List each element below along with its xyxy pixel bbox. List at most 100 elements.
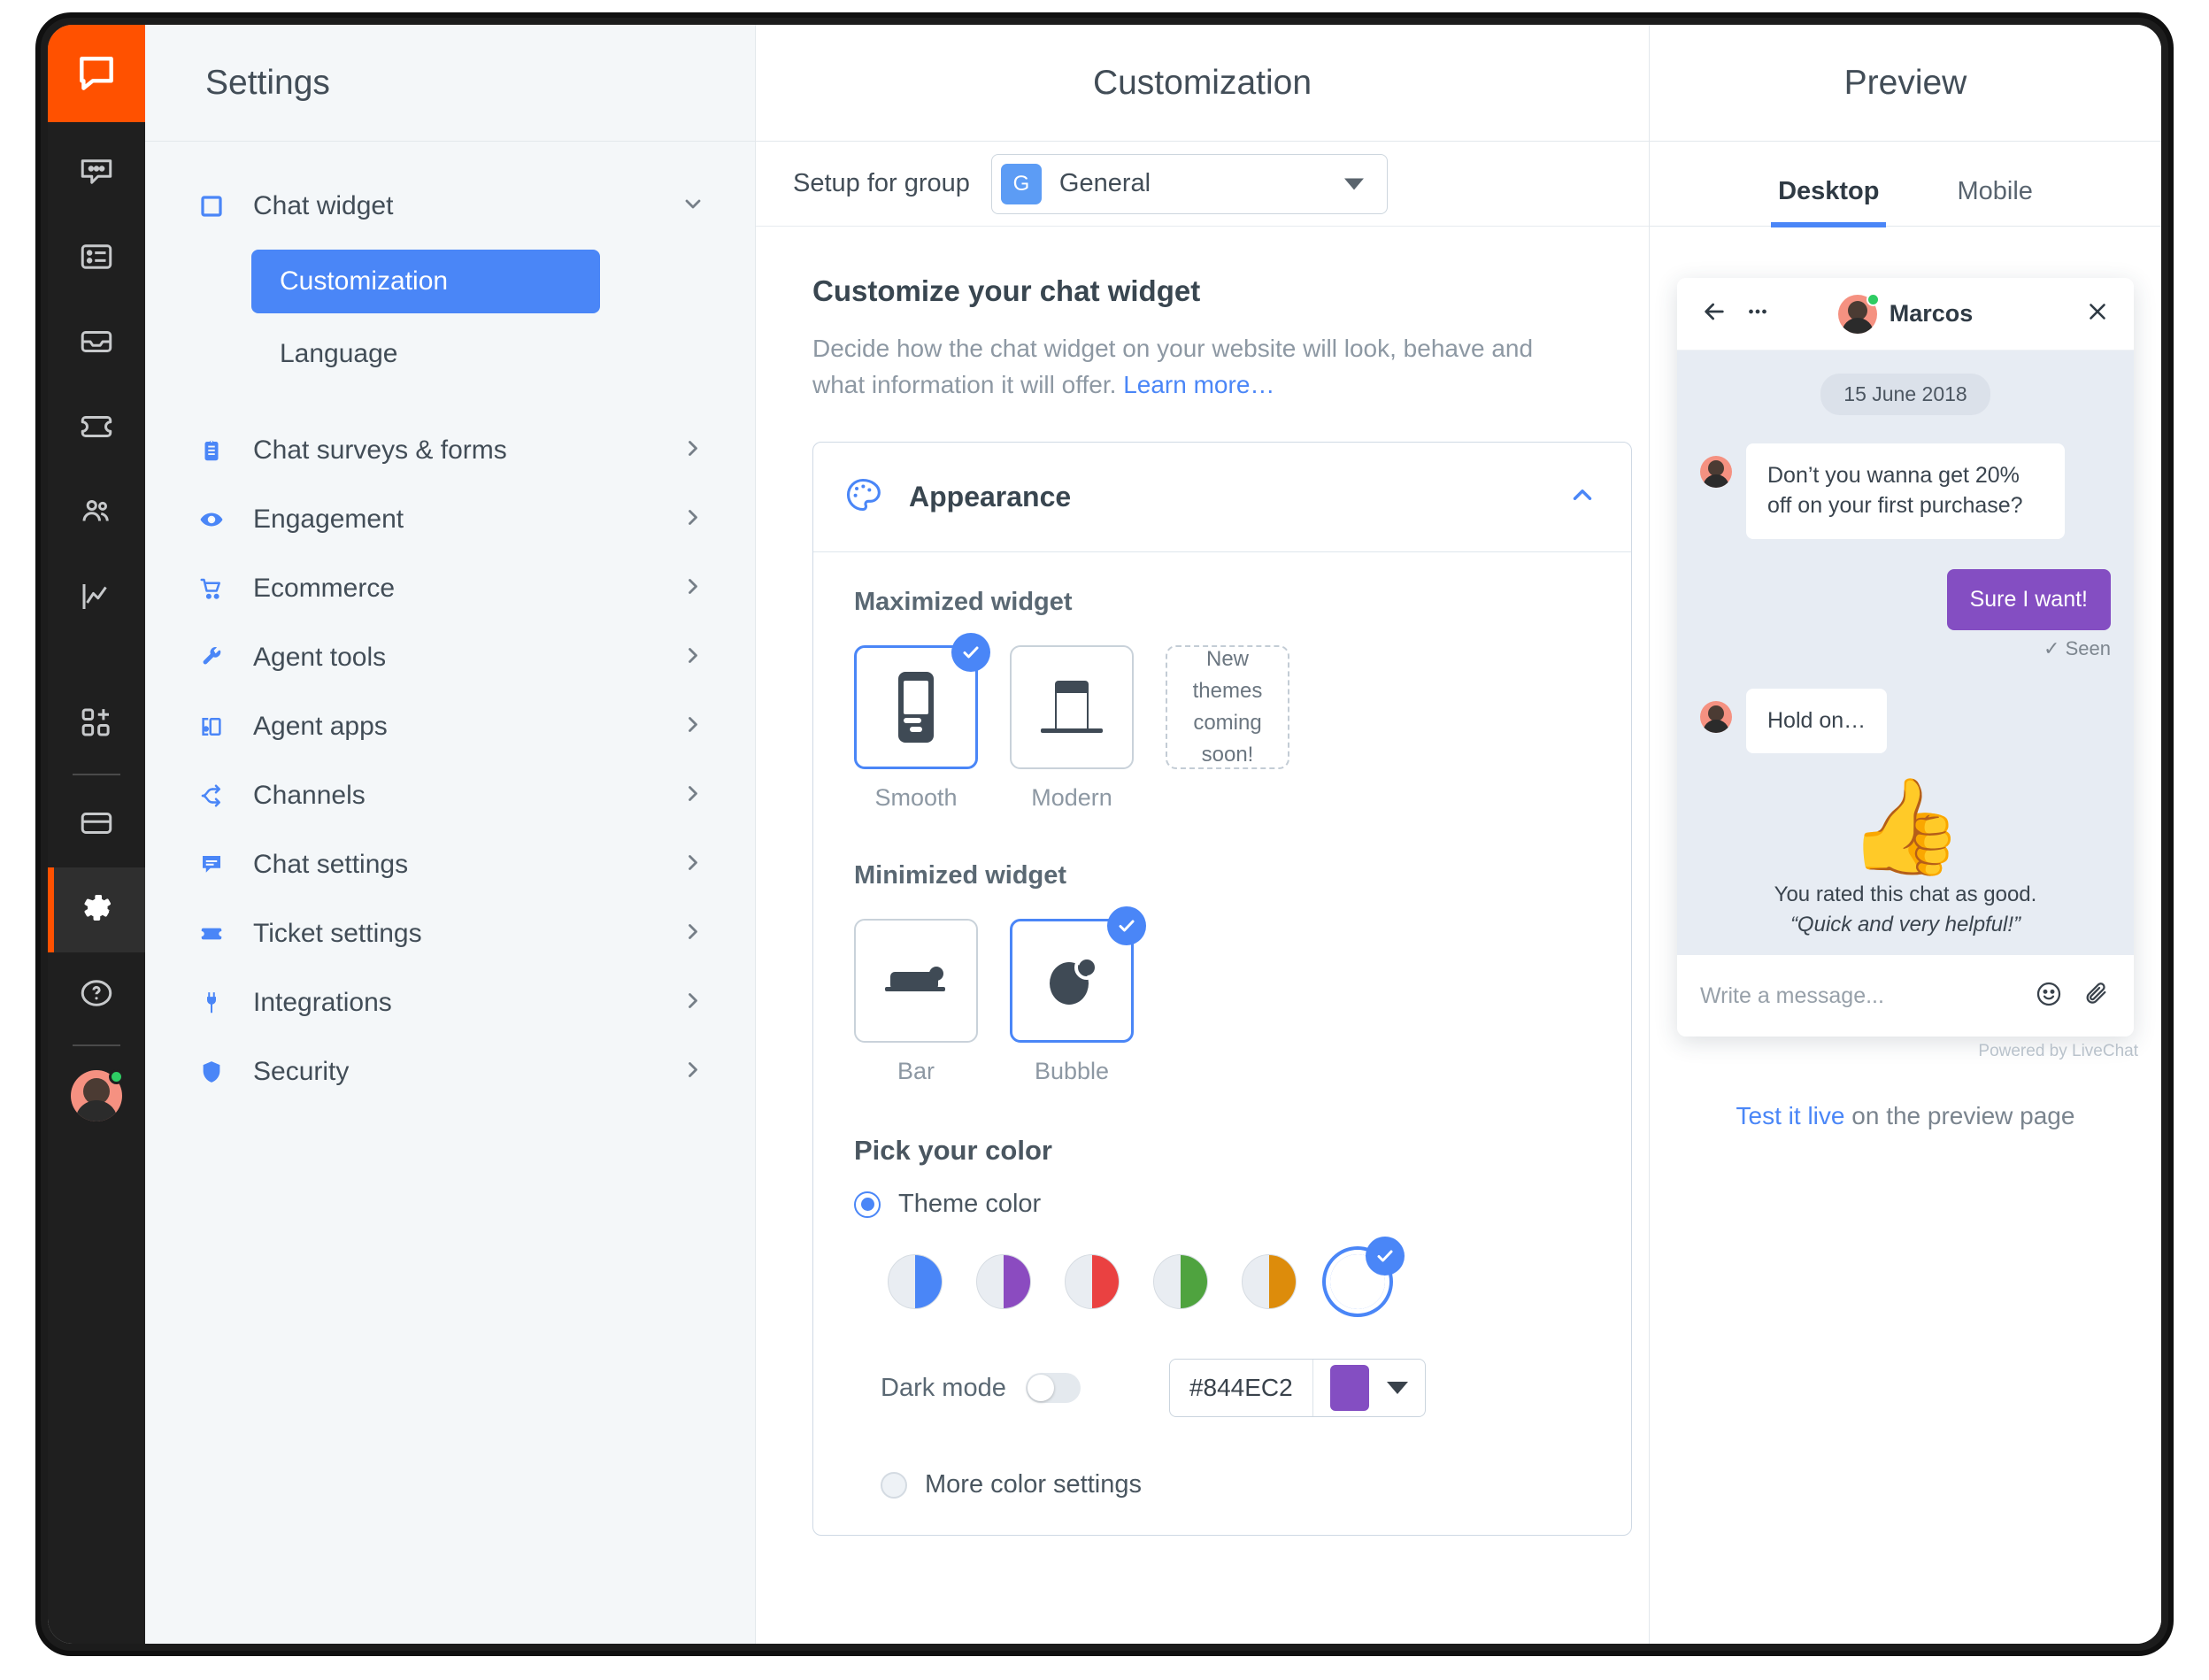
rail-item-chats[interactable] [48, 131, 145, 216]
theme-tile-modern[interactable] [1010, 645, 1134, 770]
color-swatch-purple[interactable] [976, 1254, 1031, 1310]
chat-widget-preview: Marcos 15 June 2018 Don’t you wanna get … [1677, 278, 2134, 1037]
color-swatch-red[interactable] [1065, 1254, 1120, 1310]
test-it-live-link[interactable]: Test it live [1736, 1102, 1845, 1129]
hex-swatch-button[interactable] [1313, 1365, 1425, 1412]
rating-text: You rated this chat as good. [1774, 882, 2037, 907]
hex-color-field[interactable]: #844EC2 [1168, 1359, 1426, 1418]
paperclip-icon[interactable] [2082, 980, 2111, 1013]
chevron-right-icon [681, 920, 705, 949]
modern-theme-preview-icon [1041, 681, 1103, 734]
chevron-right-icon [681, 643, 705, 673]
color-swatch-blue[interactable] [888, 1254, 943, 1310]
rail-item-apps[interactable] [48, 682, 145, 767]
cart-icon [198, 575, 237, 602]
theme-color-label: Theme color [898, 1190, 1042, 1219]
widget-conversation: 15 June 2018 Don’t you wanna get 20% off… [1677, 351, 2134, 956]
chevron-down-icon [1343, 178, 1364, 189]
chevron-right-icon [681, 713, 705, 742]
current-color-swatch [1329, 1365, 1369, 1412]
color-swatch-orange[interactable] [1242, 1254, 1297, 1310]
theme-tile-smooth[interactable] [854, 633, 990, 770]
rail-item-tickets[interactable] [48, 386, 145, 471]
widget-message-input-row[interactable]: Write a message... [1677, 955, 2134, 1037]
appearance-card: Appearance Maximized widget Smooth Moder… [812, 442, 1632, 1537]
rail-item-billing[interactable] [48, 782, 145, 867]
more-color-settings-row[interactable]: More color settings [881, 1470, 1590, 1499]
sidebar-subitem-label: Customization [280, 266, 449, 296]
rail-item-inbox[interactable] [48, 301, 145, 386]
color-swatch-list [888, 1237, 1590, 1310]
thumbs-up-icon: 👍 [1847, 774, 1964, 880]
sidebar-item-agent-tools[interactable]: Agent tools [145, 623, 755, 692]
chat-settings-icon [198, 852, 237, 878]
tile-label: Smooth [874, 784, 958, 812]
rail-item-team[interactable] [48, 471, 145, 556]
sidebar-item-language[interactable]: Language [251, 322, 600, 386]
learn-more-link[interactable]: Learn more… [1123, 371, 1274, 398]
chevron-right-icon [681, 574, 705, 604]
message-input-placeholder[interactable]: Write a message... [1700, 983, 1884, 1009]
appearance-card-header[interactable]: Appearance [813, 443, 1631, 553]
rating-comment: “Quick and very helpful!” [1790, 913, 2021, 937]
message-status-label: Seen [2065, 636, 2111, 659]
sidebar-item-label: Agent tools [253, 643, 387, 672]
theme-color-radio-row[interactable]: Theme color [854, 1190, 1590, 1219]
chevron-up-icon[interactable] [1567, 480, 1597, 514]
sidebar-item-chat-settings[interactable]: Chat settings [145, 830, 755, 899]
sidebar-item-integrations[interactable]: Integrations [145, 968, 755, 1037]
rail-item-reports[interactable] [48, 556, 145, 641]
dark-mode-toggle[interactable] [1025, 1373, 1081, 1404]
customization-header: Customization [756, 25, 1649, 142]
chat-widget-subnav: Customization Language [145, 250, 755, 386]
gear-icon [77, 889, 116, 932]
appearance-card-body: Maximized widget Smooth Modern New theme… [813, 552, 1631, 1535]
chevron-right-icon [681, 851, 705, 880]
sidebar-item-label: Chat surveys & forms [253, 435, 507, 465]
livechat-logo-icon[interactable] [48, 25, 145, 122]
chevron-right-icon [681, 782, 705, 811]
apps-plus-icon [78, 704, 115, 745]
chat-rating: 👍 You rated this chat as good. “Quick an… [1700, 780, 2111, 937]
settings-nav: Chat widget Customization Language Chat … [145, 142, 755, 1106]
agent-apps-icon [198, 713, 237, 740]
sidebar-item-security[interactable]: Security [145, 1037, 755, 1106]
rail-item-settings[interactable] [48, 867, 145, 952]
sidebar-item-customization[interactable]: Customization [251, 250, 600, 313]
sidebar-item-label: Security [253, 1057, 350, 1086]
dark-mode-row: Dark mode #844EC2 [881, 1359, 1590, 1418]
selected-check-icon [951, 633, 990, 673]
sidebar-item-agent-apps[interactable]: Agent apps [145, 692, 755, 761]
smiley-icon[interactable] [2035, 980, 2063, 1013]
setup-for-group-bar: Setup for group G General [756, 142, 1649, 227]
chevron-right-icon [681, 1058, 705, 1087]
preview-tabs: Desktop Mobile [1650, 142, 2161, 227]
eye-icon [198, 506, 237, 533]
color-swatch-green[interactable] [1153, 1254, 1208, 1310]
minimized-option-bar: Bar [854, 919, 978, 1085]
tab-desktop[interactable]: Desktop [1771, 177, 1887, 227]
shield-icon [198, 1059, 237, 1085]
sidebar-item-ecommerce[interactable]: Ecommerce [145, 554, 755, 623]
sidebar-item-ticket-settings[interactable]: Ticket settings [145, 899, 755, 968]
sidebar-item-chat-surveys-forms[interactable]: Chat surveys & forms [145, 416, 755, 485]
pick-your-color-label: Pick your color [854, 1135, 1052, 1167]
tab-mobile[interactable]: Mobile [1950, 177, 2039, 226]
more-color-settings-label: More color settings [925, 1470, 1142, 1499]
tickets-inbox-icon [78, 323, 115, 365]
rail-item-help[interactable] [48, 952, 145, 1037]
reports-chart-icon [78, 578, 115, 620]
rail-item-archives[interactable] [48, 216, 145, 301]
avatar[interactable] [48, 1053, 145, 1138]
dark-mode-label: Dark mode [881, 1373, 1006, 1402]
sidebar-item-channels[interactable]: Channels [145, 761, 755, 830]
more-color-settings-radio[interactable] [881, 1471, 907, 1499]
sidebar-item-chat-widget[interactable]: Chat widget [145, 172, 755, 241]
hex-color-value[interactable]: #844EC2 [1170, 1374, 1312, 1402]
theme-color-radio[interactable] [854, 1191, 881, 1218]
minimized-tile-bubble[interactable] [1010, 906, 1146, 1044]
color-swatch-custom-wheel[interactable] [1330, 1237, 1405, 1309]
minimized-tile-bar[interactable] [854, 919, 978, 1044]
sidebar-item-engagement[interactable]: Engagement [145, 485, 755, 554]
group-select[interactable]: G General [990, 153, 1388, 214]
